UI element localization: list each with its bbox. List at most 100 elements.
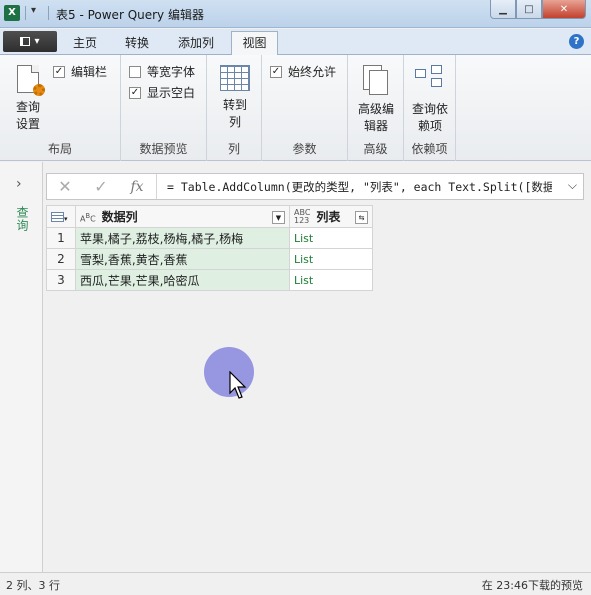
button-label: 查询依	[411, 102, 448, 116]
function-icon[interactable]: fx	[119, 179, 155, 195]
close-button[interactable]: ✕	[542, 0, 586, 19]
node-icon	[431, 78, 442, 87]
file-icon	[20, 37, 31, 46]
table-menu-button[interactable]: ▾	[46, 205, 76, 228]
file-menu-button[interactable]: ▾	[3, 31, 57, 52]
advanced-editor-icon	[363, 65, 389, 95]
data-grid: ▾ ABC 数据列 ▼ ABC 123 列表 ⇆ 1 苹果,橘子,荔枝,杨梅,橘子,杨…	[46, 205, 373, 291]
monospace-checkbox[interactable]: 等宽字体	[129, 63, 195, 80]
table-grid-icon	[220, 65, 250, 91]
group-data-preview: 等宽字体 ✓ 显示空白 数据预览	[121, 55, 207, 161]
column-header-data[interactable]: ABC 数据列 ▼	[75, 205, 290, 228]
button-label: 高级编	[357, 102, 394, 116]
group-label: 依赖项	[411, 142, 448, 156]
cancel-icon[interactable]: ✕	[47, 177, 83, 196]
table-row: 2 雪梨,香蕉,黄杏,香蕉 List	[46, 248, 373, 270]
button-label: 设置	[15, 117, 40, 131]
formula-bar-checkbox[interactable]: ✓ 编辑栏	[53, 63, 107, 80]
data-cell[interactable]: 苹果,橘子,荔枝,杨梅,橘子,杨梅	[75, 227, 290, 249]
window-controls: ▁ □ ✕	[490, 0, 586, 19]
page-icon	[369, 70, 388, 95]
button-label: 转到	[222, 98, 247, 112]
formula-buttons: ✕ ✓ fx	[47, 174, 157, 199]
checkbox-label: 始终允许	[288, 65, 337, 79]
node-icon	[415, 69, 426, 78]
group-label: 列	[227, 142, 240, 156]
table-icon	[51, 212, 64, 222]
row-number: 2	[46, 248, 76, 270]
data-cell[interactable]: 西瓜,芒果,芒果,哈密瓜	[75, 269, 290, 291]
group-columns: 转到 列 列	[207, 55, 262, 161]
gear-icon	[33, 84, 45, 96]
checkbox-unchecked-icon	[129, 65, 141, 78]
list-link[interactable]: List	[289, 227, 373, 249]
data-cell[interactable]: 雪梨,香蕉,黄杏,香蕉	[75, 248, 290, 270]
formula-input[interactable]: = Table.AddColumn(更改的类型, "列表", each Text…	[167, 179, 552, 195]
queries-pane-label[interactable]: 查询	[14, 206, 31, 232]
group-label: 数据预览	[139, 142, 188, 156]
help-icon[interactable]: ?	[569, 34, 584, 49]
group-layout: 查询 设置 ✓ 编辑栏 布局	[0, 55, 121, 161]
column-name: 列表	[316, 209, 341, 224]
tab-home[interactable]: 主页	[66, 33, 104, 55]
queries-pane: › 查询	[0, 162, 43, 572]
ribbon-tab-row: ▾ 主页 转换 添加列 视图 ?	[0, 29, 591, 56]
table-row: 1 苹果,橘子,荔枝,杨梅,橘子,杨梅 List	[46, 227, 373, 249]
data-preview-area: ▾ ABC 数据列 ▼ ABC 123 列表 ⇆ 1 苹果,橘子,荔枝,杨梅,橘子,杨…	[43, 200, 591, 572]
query-settings-button[interactable]: 查询 设置	[10, 63, 46, 133]
checkbox-label: 等宽字体	[147, 65, 196, 79]
tab-add-column[interactable]: 添加列	[170, 33, 222, 55]
list-link[interactable]: List	[289, 269, 373, 291]
query-settings-icon	[17, 65, 45, 96]
column-filter-dropdown-icon[interactable]: ▼	[272, 211, 285, 224]
button-label: 赖项	[417, 119, 442, 133]
commit-icon[interactable]: ✓	[83, 177, 119, 196]
row-number: 1	[46, 227, 76, 249]
excel-icon: X	[4, 5, 20, 21]
separator	[25, 6, 26, 20]
row-column-count: 2 列、3 行	[6, 579, 60, 592]
checkbox-label: 显示空白	[147, 86, 196, 100]
row-number: 3	[46, 269, 76, 291]
checkbox-checked-icon: ✓	[129, 86, 141, 99]
show-whitespace-checkbox[interactable]: ✓ 显示空白	[129, 84, 195, 101]
group-label: 参数	[292, 142, 317, 156]
preview-timestamp: 在 23:46下载的预览	[481, 579, 583, 592]
always-allow-checkbox[interactable]: ✓ 始终允许	[270, 63, 336, 80]
mouse-pointer-icon	[229, 371, 247, 399]
tab-view[interactable]: 视图	[231, 31, 278, 56]
expand-column-icon[interactable]: ⇆	[355, 210, 368, 224]
any-type-icon[interactable]: ABC 123	[294, 209, 310, 225]
chevron-down-icon[interactable]: ⌵	[568, 178, 577, 193]
button-label: 辑器	[363, 119, 388, 133]
query-dependencies-button[interactable]: 查询依 赖项	[408, 63, 452, 135]
group-parameters: ✓ 始终允许 参数	[262, 55, 348, 161]
minimize-button[interactable]: ▁	[490, 0, 516, 19]
query-dependencies-icon	[415, 65, 445, 95]
chevron-down-icon: ▾	[64, 214, 68, 223]
checkbox-checked-icon: ✓	[53, 65, 65, 78]
tab-transform[interactable]: 转换	[118, 33, 156, 55]
advanced-editor-button[interactable]: 高级编 辑器	[354, 63, 398, 135]
maximize-button[interactable]: □	[516, 0, 542, 19]
chevron-right-icon[interactable]: ›	[16, 176, 22, 192]
group-dependencies: 查询依 赖项 依赖项	[404, 55, 456, 161]
checkbox-checked-icon: ✓	[270, 65, 282, 78]
go-to-column-button[interactable]: 转到 列	[218, 63, 252, 131]
column-name: 数据列	[101, 210, 138, 224]
quick-access-dropdown-icon[interactable]: ▾	[31, 5, 36, 16]
group-label: 布局	[47, 142, 72, 156]
status-bar: 2 列、3 行 在 23:46下载的预览	[0, 572, 591, 595]
ribbon: 查询 设置 ✓ 编辑栏 布局 等宽字体 ✓ 显示空白 数据预览 转到 列 列 ✓	[0, 55, 591, 161]
text-type-icon[interactable]: ABC	[80, 212, 96, 224]
button-label: 列	[228, 115, 241, 129]
button-label: 查询	[15, 100, 40, 114]
node-icon	[431, 65, 442, 74]
list-link[interactable]: List	[289, 248, 373, 270]
chevron-down-icon: ▾	[34, 36, 40, 47]
separator	[48, 6, 49, 20]
column-header-list[interactable]: ABC 123 列表 ⇆	[289, 205, 373, 228]
window-title: 表5 - Power Query 编辑器	[56, 8, 204, 22]
formula-bar: ✕ ✓ fx = Table.AddColumn(更改的类型, "列表", ea…	[46, 173, 584, 200]
checkbox-label: 编辑栏	[71, 65, 108, 79]
